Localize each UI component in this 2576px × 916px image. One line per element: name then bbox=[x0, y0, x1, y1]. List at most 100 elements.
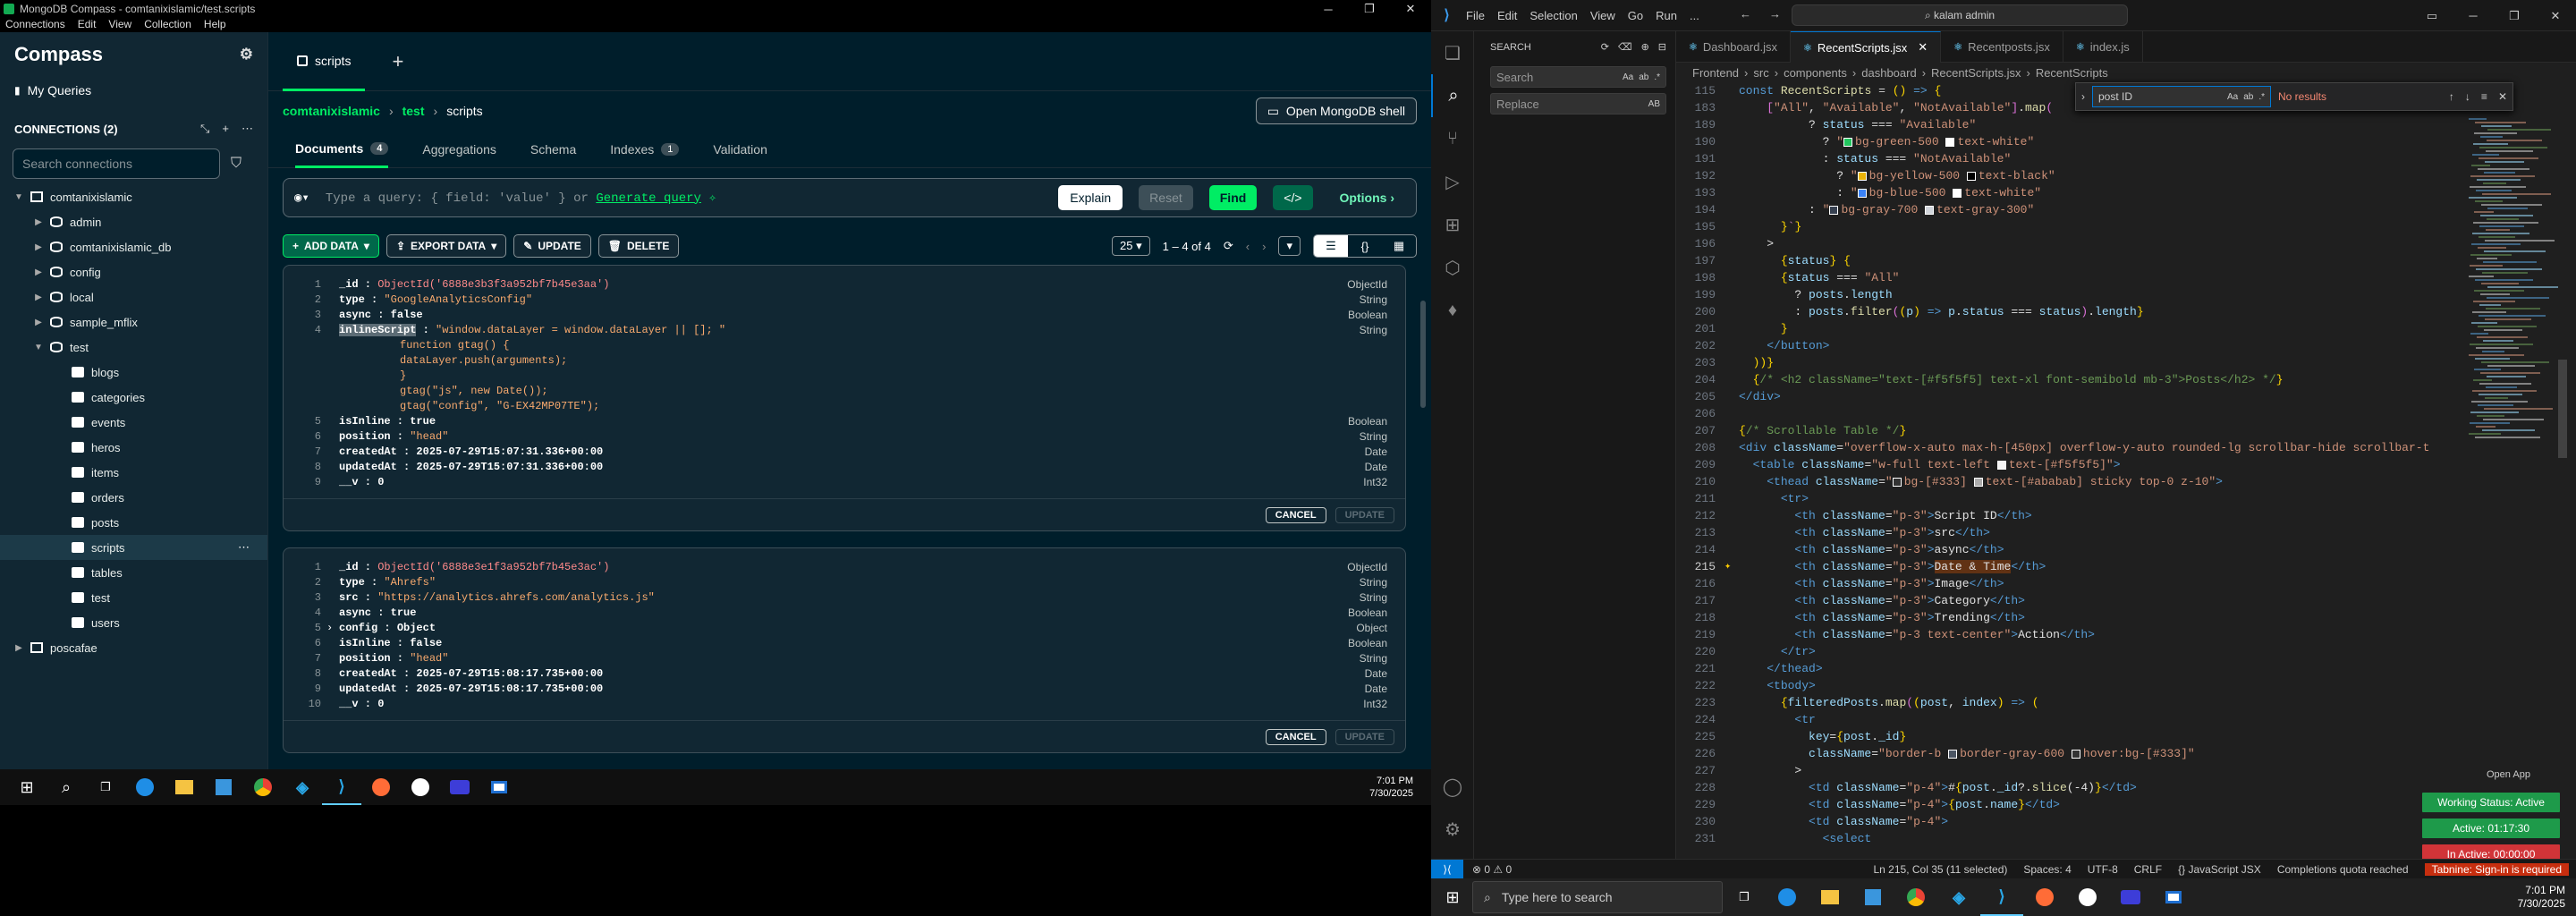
document-field[interactable]: 2 type : "GoogleAnalyticsConfig" String bbox=[301, 292, 1387, 307]
code-line[interactable]: 226 className="border-b border-gray-600 … bbox=[1676, 745, 2571, 762]
options-button[interactable]: Options › bbox=[1329, 185, 1405, 210]
menu-item[interactable]: Selection bbox=[1530, 9, 1577, 22]
document-field[interactable]: 3 src : "https://analytics.ahrefs.com/ana… bbox=[301, 589, 1387, 605]
code-line[interactable]: 192 ? " bg-yellow-500 text-black" bbox=[1676, 167, 2571, 184]
docs-scrollbar[interactable] bbox=[1420, 301, 1426, 408]
postman-icon[interactable] bbox=[2023, 878, 2066, 916]
code-line[interactable]: 200 : posts.filter((p) => p.status === s… bbox=[1676, 303, 2571, 320]
document-field[interactable]: function gtag() { bbox=[301, 337, 1387, 352]
update-doc-button[interactable]: UPDATE bbox=[1335, 506, 1394, 523]
document-card[interactable]: 1 _id : ObjectId('6888e3b3f3a952bf7b45e3a… bbox=[283, 265, 1406, 531]
minimap[interactable] bbox=[2465, 82, 2567, 859]
code-line[interactable]: 214 <th className="p-3">async</th> bbox=[1676, 541, 2571, 558]
store-icon[interactable] bbox=[204, 769, 243, 805]
regex-icon[interactable]: .* bbox=[2258, 92, 2265, 102]
language-status[interactable]: {} JavaScript JSX bbox=[2178, 863, 2261, 876]
extensions-icon[interactable]: ⊞ bbox=[1431, 203, 1474, 246]
regex-icon[interactable]: .* bbox=[1654, 72, 1660, 82]
caret-icon[interactable]: ▶ bbox=[32, 293, 45, 302]
search-connections-input[interactable]: Search connections bbox=[13, 148, 220, 179]
filter-icon[interactable]: ⛉ bbox=[231, 156, 242, 172]
search-icon[interactable]: ⌕ bbox=[1431, 74, 1474, 117]
account-icon[interactable]: ◯ bbox=[1431, 765, 1474, 808]
breadcrumb-item[interactable]: RecentScripts.jsx bbox=[1931, 66, 2021, 80]
vscode-icon[interactable]: ⟩ bbox=[1980, 878, 2023, 916]
close-tab-icon[interactable]: ✕ bbox=[1918, 40, 1928, 55]
code-line[interactable]: 211 <tr> bbox=[1676, 490, 2571, 507]
code-line[interactable]: 222 <tbody> bbox=[1676, 677, 2571, 694]
toggle-replace-icon[interactable]: › bbox=[2081, 90, 2085, 103]
delete-button[interactable]: 🗑 DELETE bbox=[597, 234, 680, 258]
tree-item[interactable]: ▶ admin bbox=[0, 209, 267, 234]
problems-status[interactable]: ⊗ 0 ⚠ 0 bbox=[1472, 863, 1512, 876]
tree-item[interactable]: items bbox=[0, 460, 267, 485]
code-line[interactable]: 197 {status} { bbox=[1676, 252, 2571, 269]
indent-status[interactable]: Spaces: 4 bbox=[2023, 863, 2071, 876]
forward-icon[interactable]: → bbox=[1769, 7, 1781, 21]
document-field[interactable]: 9 __v : 0 Int32 bbox=[301, 474, 1387, 489]
code-line[interactable]: 216 <th className="p-3">Image</th> bbox=[1676, 575, 2571, 592]
tree-item[interactable]: heros bbox=[0, 435, 267, 460]
github-icon[interactable] bbox=[2066, 878, 2109, 916]
tree-item[interactable]: posts bbox=[0, 510, 267, 535]
add-connection-icon[interactable]: + bbox=[222, 122, 229, 136]
find-button[interactable]: Find bbox=[1208, 185, 1258, 210]
zoom-icon[interactable] bbox=[2109, 878, 2152, 916]
gear-icon[interactable]: ⚙ bbox=[240, 46, 253, 64]
close-icon[interactable]: ✕ bbox=[1390, 0, 1431, 18]
next-page-icon[interactable]: › bbox=[1262, 240, 1266, 253]
vscode-icon[interactable]: ⟩ bbox=[322, 769, 361, 805]
code-line[interactable]: 193 : " bg-blue-500 text-white" bbox=[1676, 184, 2571, 201]
update-button[interactable]: ✎ UPDATE bbox=[513, 234, 591, 258]
close-icon[interactable]: ✕ bbox=[2535, 0, 2576, 31]
vscode-blue-icon[interactable]: ◈ bbox=[283, 769, 322, 805]
explain-button[interactable]: Explain bbox=[1058, 185, 1123, 210]
caret-icon[interactable]: ▶ bbox=[32, 217, 45, 227]
editor-tab[interactable]: ⚛ index.js bbox=[2063, 31, 2143, 63]
code-line[interactable]: 223 {filteredPosts.map((post, index) => … bbox=[1676, 694, 2571, 711]
menu-item[interactable]: Go bbox=[1628, 9, 1643, 22]
code-line[interactable]: 195 }`} bbox=[1676, 218, 2571, 235]
tree-item[interactable]: test bbox=[0, 585, 267, 610]
code-line[interactable]: 221 </thead> bbox=[1676, 660, 2571, 677]
caret-icon[interactable]: ▼ bbox=[32, 343, 45, 352]
search-icon[interactable]: ⌕ bbox=[47, 769, 86, 805]
document-field[interactable]: 1 _id : ObjectId('6888e3b3f3a952bf7b45e3a… bbox=[301, 276, 1387, 292]
add-data-button[interactable]: + ADD DATA ▾ bbox=[283, 234, 379, 258]
page-size-select[interactable]: 25 ▾ bbox=[1112, 236, 1150, 256]
code-line[interactable]: 194 : " bg-gray-700 text-gray-300" bbox=[1676, 201, 2571, 218]
cursor-position[interactable]: Ln 215, Col 35 (11 selected) bbox=[1874, 863, 2008, 876]
json-view-icon[interactable]: {} bbox=[1348, 235, 1382, 257]
task-view-icon[interactable]: ❐ bbox=[86, 769, 125, 805]
prev-page-icon[interactable]: ‹ bbox=[1246, 240, 1250, 253]
quota-status[interactable]: Completions quota reached bbox=[2277, 863, 2409, 876]
edge-icon[interactable] bbox=[1766, 878, 1809, 916]
layout-icon[interactable]: ▭ bbox=[2411, 0, 2453, 31]
match-case-icon[interactable]: Aa bbox=[2227, 92, 2238, 102]
edge-icon[interactable] bbox=[125, 769, 165, 805]
windows-start-icon[interactable]: ⊞ bbox=[1431, 878, 1474, 916]
open-app-label[interactable]: Open App bbox=[2487, 769, 2530, 780]
update-doc-button[interactable]: UPDATE bbox=[1335, 728, 1394, 745]
taskbar-search[interactable]: ⌕ Type here to search bbox=[1472, 881, 1723, 913]
breadcrumb-item[interactable]: RecentScripts bbox=[2036, 66, 2108, 80]
explorer-icon[interactable] bbox=[1809, 878, 1852, 916]
generate-query-link[interactable]: Generate query bbox=[596, 191, 701, 206]
document-field[interactable]: 6 position : "head" String bbox=[301, 428, 1387, 444]
chrome-icon[interactable] bbox=[243, 769, 283, 805]
document-field[interactable]: 5 › config : Object Object bbox=[301, 620, 1387, 635]
maximize-icon[interactable]: ❐ bbox=[1349, 0, 1390, 18]
document-field[interactable]: 2 type : "Ahrefs" String bbox=[301, 574, 1387, 589]
tree-item[interactable]: ▶ poscafae bbox=[0, 635, 267, 660]
close-find-icon[interactable]: ✕ bbox=[2498, 90, 2507, 103]
document-field[interactable]: 7 position : "head" String bbox=[301, 650, 1387, 666]
tab-scripts[interactable]: scripts bbox=[283, 32, 366, 91]
chrome-icon[interactable] bbox=[1894, 878, 1937, 916]
more-icon[interactable]: ⋯ bbox=[242, 122, 253, 136]
search-input[interactable]: Search Aa ab .* bbox=[1490, 66, 1666, 88]
document-field[interactable]: } bbox=[301, 368, 1387, 383]
breadcrumb-item[interactable]: src bbox=[1753, 66, 1768, 80]
github-icon[interactable] bbox=[401, 769, 440, 805]
tree-item[interactable]: tables bbox=[0, 560, 267, 585]
menu-item[interactable]: View bbox=[1590, 9, 1615, 22]
